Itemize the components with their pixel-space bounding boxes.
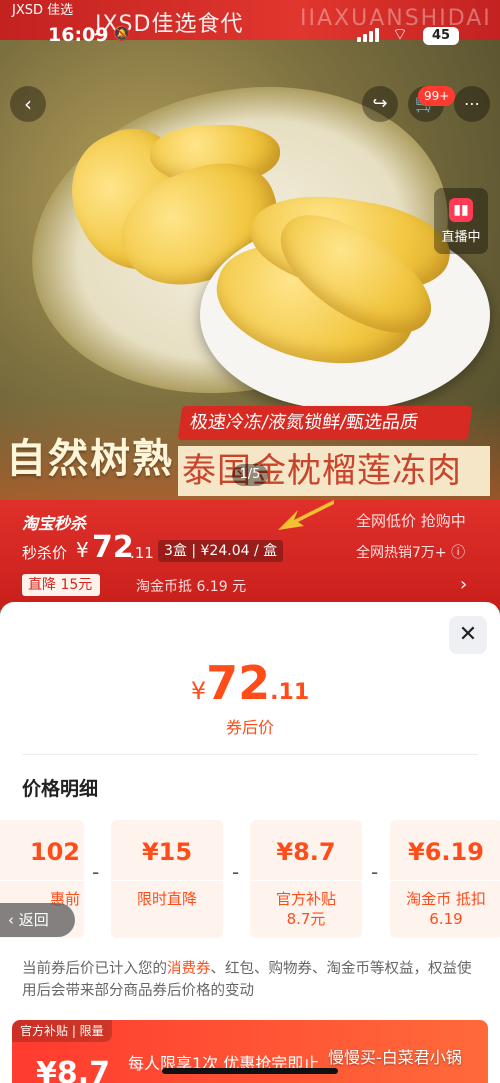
breakdown-label: 限时直降 xyxy=(136,890,197,908)
final-price-currency: ¥ xyxy=(190,677,207,705)
product-image[interactable]: JXSD 佳选 JXSD佳选食代 IIAXUANSHIDAI 极速冷冻/液氮锁鲜… xyxy=(0,0,500,500)
signal-icon xyxy=(357,28,381,42)
flash-sale-band[interactable]: 淘宝秒杀 全网低价 抢购中 秒杀价 ¥ 72 .11 3盒 | ¥24.04 /… xyxy=(0,500,500,610)
promo-product-name: 泰国金枕榴莲冻肉 xyxy=(178,446,490,496)
share-icon[interactable]: ↪ xyxy=(362,86,398,122)
promo-strip: 极速冷冻/液氮锁鲜/甄选品质 xyxy=(177,406,473,440)
price-breakdown[interactable]: 102 惠前 - ¥15 限时直降 - ¥8.7 官方补贴 8.7元 - ¥6.… xyxy=(0,820,500,942)
promo-slogan: 自然树熟 xyxy=(6,436,174,482)
final-price-integer: 72 xyxy=(206,656,271,710)
coupon-value: ¥8.7 xyxy=(36,1056,111,1083)
product-page: JXSD 佳选 JXSD佳选食代 IIAXUANSHIDAI 极速冷冻/液氮锁鲜… xyxy=(0,0,500,1083)
price-note: 当前券后价已计入您的消费券、红包、购物券、淘金币等权益，权益使用后会带来部分商品… xyxy=(22,958,482,1002)
wifi-icon: ⌔ xyxy=(392,25,408,45)
breakdown-card: ¥8.7 官方补贴 8.7元 xyxy=(250,820,362,938)
coupon-tag: 官方补贴 | 限量 xyxy=(12,1020,112,1042)
return-button[interactable]: ‹ 返回 xyxy=(0,903,75,937)
breakdown-label: 官方补贴 8.7元 xyxy=(275,890,336,928)
cart-count-badge: 99+ xyxy=(418,86,456,106)
minus-sign: - xyxy=(92,860,100,884)
price-detail-sheet: ✕ ¥72.11 券后价 价格明细 102 惠前 - ¥15 限时直降 - ¥8… xyxy=(0,602,500,1083)
live-label: 直播中 xyxy=(441,230,481,245)
currency-symbol: ¥ xyxy=(76,538,89,562)
price-drop-badge: 直降 15元 xyxy=(22,574,101,596)
battery-icon: 45 xyxy=(423,27,459,45)
live-button[interactable]: ▮▮ 直播中 xyxy=(434,188,488,254)
note-text: 当前券后价已计入您的 xyxy=(22,961,167,977)
breakdown-label: 淘金币 抵扣6.19 xyxy=(406,890,486,928)
after-coupon-label: 券后价 xyxy=(225,718,274,737)
breakdown-amount: ¥15 xyxy=(141,838,193,866)
mute-icon: 🔕 xyxy=(113,26,131,42)
breakdown-amount: ¥8.7 xyxy=(276,838,336,866)
sale-price: 72 xyxy=(92,530,134,565)
divider xyxy=(22,754,478,755)
breakdown-amount: ¥6.19 xyxy=(408,838,484,866)
more-icon[interactable]: ⋯ xyxy=(454,86,490,122)
brand-badge: JXSD 佳选 xyxy=(12,3,74,18)
per-unit-price: 3盒 | ¥24.04 / 盒 xyxy=(158,540,284,562)
breakdown-amount: 102 xyxy=(29,838,80,866)
watermark: 慢慢买-白菜君小锅 xyxy=(328,1048,462,1067)
sale-price-decimal: .11 xyxy=(130,544,154,562)
breakdown-card: ¥6.19 淘金币 抵扣6.19 xyxy=(390,820,500,938)
image-pager: 1/5 xyxy=(232,464,268,486)
flash-sale-logo: 淘宝秒杀 xyxy=(22,514,87,533)
consumer-coupon-link[interactable]: 消费券 xyxy=(167,961,211,977)
breakdown-card: ¥15 限时直降 xyxy=(111,820,223,938)
minus-sign: - xyxy=(371,860,379,884)
home-indicator xyxy=(162,1068,338,1074)
flash-sale-tagline: 全网低价 抢购中 xyxy=(356,512,466,530)
section-title: 价格明细 xyxy=(22,778,99,800)
final-price-decimal: .11 xyxy=(270,680,310,705)
status-time: 16:09 xyxy=(48,24,109,46)
live-icon: ▮▮ xyxy=(449,198,473,222)
back-arrow-icon[interactable]: ‹ xyxy=(10,86,46,122)
sale-price-label: 秒杀价 xyxy=(22,544,68,562)
close-icon[interactable]: ✕ xyxy=(449,616,487,654)
sales-count: 全网热销7万+ ⓘ xyxy=(356,545,466,561)
status-bar: 16:09 🔕 ⌔ 45 xyxy=(0,22,500,52)
return-label: 返回 xyxy=(18,911,49,929)
final-price: ¥72.11 xyxy=(0,656,500,710)
coin-deduction: 淘金币抵 6.19 元 xyxy=(136,579,247,595)
minus-sign: - xyxy=(232,860,240,884)
pointer-arrow-icon xyxy=(278,500,334,530)
chevron-right-icon[interactable]: › xyxy=(460,574,467,595)
